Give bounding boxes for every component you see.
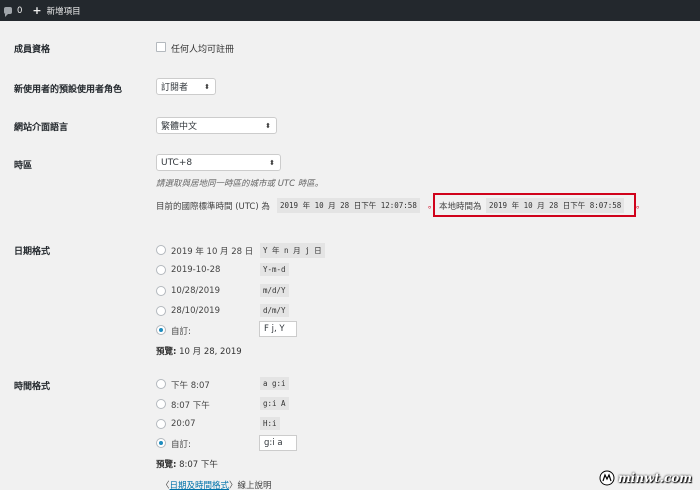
time-format-option-label: 20:07 bbox=[171, 419, 196, 429]
default-role-value: 訂閱者 bbox=[161, 83, 189, 93]
date-format-option-code: m/d/Y bbox=[260, 284, 289, 297]
site-language-label: 網站介面語言 bbox=[14, 123, 69, 133]
date-format-option-code: Y-m-d bbox=[260, 263, 289, 276]
date-format-option-code: Y 年 n 月 j 日 bbox=[260, 243, 325, 258]
date-format-radio[interactable] bbox=[156, 265, 166, 275]
time-format-custom-radio[interactable] bbox=[156, 438, 166, 448]
time-format-option-label: 下午 8:07 bbox=[171, 381, 210, 391]
site-watermark: minwt.com bbox=[599, 470, 692, 486]
plus-icon: + bbox=[32, 4, 42, 17]
date-time-format-docs-link[interactable]: 日期及時間格式 bbox=[170, 481, 230, 490]
time-format-option-code: g:i A bbox=[260, 397, 289, 410]
anyone-can-register-label: 任何人均可註冊 bbox=[171, 45, 235, 55]
date-format-option-label: 2019-10-28 bbox=[171, 265, 221, 275]
time-format-option-code: H:i bbox=[260, 417, 280, 430]
timezone-value: UTC+8 bbox=[161, 157, 193, 168]
timezone-description: 請選取與居地同一時區的城市或 UTC 時區。 bbox=[156, 179, 324, 189]
site-language-select[interactable]: 繁體中文 ⬍ bbox=[156, 117, 277, 134]
timezone-label: 時區 bbox=[14, 161, 33, 171]
time-preview-label: 預覽: bbox=[156, 460, 177, 470]
time-format-label: 時間格式 bbox=[14, 382, 51, 392]
membership-label: 成員資格 bbox=[14, 45, 51, 55]
time-format-radio[interactable] bbox=[156, 399, 166, 409]
comments-menu[interactable]: 0 bbox=[0, 0, 28, 21]
site-language-value: 繁體中文 bbox=[161, 122, 198, 132]
select-arrows-icon: ⬍ bbox=[265, 122, 271, 130]
admin-bar: 0 + 新增項目 bbox=[0, 0, 700, 21]
time-format-option-label: 8:07 下午 bbox=[171, 401, 210, 411]
comment-icon bbox=[4, 7, 12, 17]
anyone-can-register-checkbox[interactable] bbox=[156, 42, 166, 52]
time-format-option-code: a g:i bbox=[260, 377, 289, 390]
local-time-period: 。 bbox=[636, 201, 645, 211]
date-format-option-label: 28/10/2019 bbox=[171, 306, 220, 316]
date-format-label: 日期格式 bbox=[14, 247, 51, 257]
time-format-preview: 預覽: 8:07 下午 bbox=[156, 458, 218, 470]
time-format-radio[interactable] bbox=[156, 419, 166, 429]
date-format-radio[interactable] bbox=[156, 286, 166, 296]
date-format-radio[interactable] bbox=[156, 306, 166, 316]
select-arrows-icon: ⬍ bbox=[269, 159, 275, 167]
new-content-label: 新增項目 bbox=[46, 6, 81, 17]
date-format-preview: 預覽: 10 月 28, 2019 bbox=[156, 345, 242, 357]
date-format-option-code: d/m/Y bbox=[260, 304, 289, 317]
watermark-text: minwt.com bbox=[617, 471, 692, 485]
comments-count: 0 bbox=[17, 5, 23, 16]
date-format-custom-radio[interactable] bbox=[156, 325, 166, 335]
local-time-value: 2019 年 10 月 28 日下午 8:07:58 bbox=[486, 198, 625, 213]
time-format-custom-input[interactable]: g:i a bbox=[259, 435, 297, 451]
date-format-radio[interactable] bbox=[156, 245, 166, 255]
time-preview-value: 8:07 下午 bbox=[179, 460, 218, 470]
utc-time-prefix: 目前的國際標準時間 (UTC) 為 bbox=[156, 202, 270, 212]
time-format-custom-label: 自訂: bbox=[171, 440, 191, 450]
utc-time-value: 2019 年 10 月 28 日下午 12:07:58 bbox=[277, 198, 420, 213]
watermark-logo-icon bbox=[599, 470, 615, 486]
date-time-docs: 〈日期及時間格式〉線上說明 bbox=[161, 479, 272, 490]
default-role-select[interactable]: 訂閱者 ⬍ bbox=[156, 78, 216, 95]
date-format-custom-label: 自訂: bbox=[171, 327, 191, 337]
docs-close: 〉線上說明 bbox=[229, 481, 272, 490]
local-time-prefix: 本地時間為 bbox=[439, 202, 482, 212]
date-preview-value: 10 月 28, 2019 bbox=[179, 347, 242, 357]
date-format-custom-input[interactable]: F j, Y bbox=[259, 321, 297, 337]
date-preview-label: 預覽: bbox=[156, 347, 177, 357]
select-arrows-icon: ⬍ bbox=[204, 83, 210, 91]
date-format-option-label: 2019 年 10 月 28 日 bbox=[171, 247, 254, 257]
date-format-option-label: 10/28/2019 bbox=[171, 286, 220, 296]
new-content-menu[interactable]: + 新增項目 bbox=[28, 0, 86, 21]
default-role-label: 新使用者的預設使用者角色 bbox=[14, 85, 123, 95]
timezone-select[interactable]: UTC+8 ⬍ bbox=[156, 154, 281, 171]
docs-open: 〈 bbox=[161, 481, 170, 490]
time-format-radio[interactable] bbox=[156, 379, 166, 389]
